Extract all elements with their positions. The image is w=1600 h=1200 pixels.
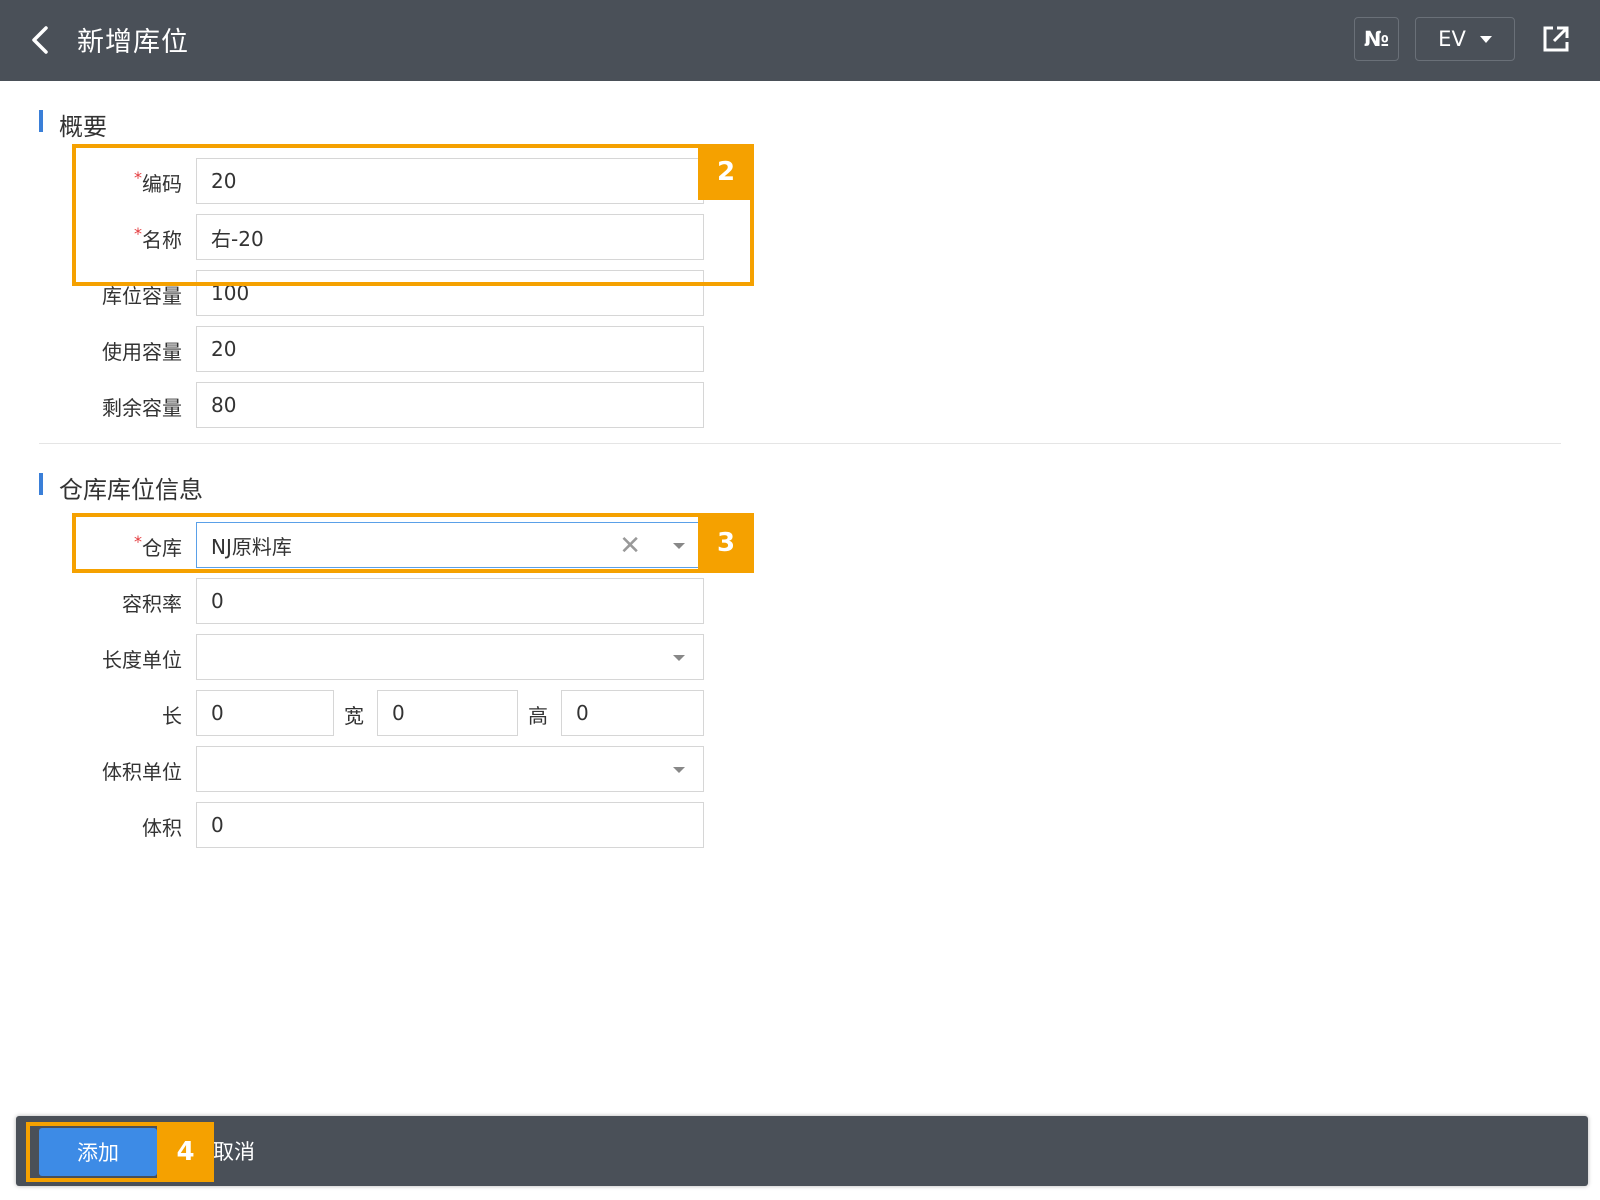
number-button[interactable]: № bbox=[1354, 17, 1399, 61]
section-title-summary: 概要 bbox=[39, 107, 107, 142]
cancel-button[interactable]: 取消 bbox=[213, 1136, 255, 1166]
annotation-badge-4: 4 bbox=[157, 1122, 214, 1182]
caret-down-icon bbox=[1479, 35, 1492, 43]
length-unit-label: 长度单位 bbox=[102, 648, 182, 672]
height-label: 高 bbox=[528, 704, 548, 728]
page-title: 新增库位 bbox=[77, 27, 189, 58]
remaining-capacity-label: 剩余容量 bbox=[102, 396, 182, 420]
top-bar: 新增库位 № EV bbox=[0, 0, 1600, 81]
width-input[interactable]: 0 bbox=[377, 690, 518, 736]
chevron-left-icon[interactable] bbox=[26, 22, 56, 58]
annotation-box-3 bbox=[72, 513, 754, 573]
annotation-box-2 bbox=[72, 144, 754, 286]
chevron-down-icon[interactable] bbox=[673, 767, 685, 773]
height-input[interactable]: 0 bbox=[561, 690, 704, 736]
section-title-warehouse: 仓库库位信息 bbox=[39, 470, 203, 505]
length-unit-select[interactable] bbox=[196, 634, 704, 680]
share-icon[interactable] bbox=[1539, 22, 1573, 56]
length-label: 长 bbox=[162, 704, 182, 728]
volume-unit-select[interactable] bbox=[196, 746, 704, 792]
width-label: 宽 bbox=[344, 704, 364, 728]
volume-ratio-input[interactable]: 0 bbox=[196, 578, 704, 624]
remaining-capacity-input[interactable]: 80 bbox=[196, 382, 704, 428]
used-capacity-label: 使用容量 bbox=[102, 340, 182, 364]
volume-ratio-label: 容积率 bbox=[122, 592, 182, 616]
chevron-down-icon[interactable] bbox=[673, 655, 685, 661]
volume-label: 体积 bbox=[142, 816, 182, 840]
volume-input[interactable]: 0 bbox=[196, 802, 704, 848]
ev-dropdown-button[interactable]: EV bbox=[1415, 17, 1515, 61]
ev-label: EV bbox=[1438, 27, 1466, 51]
annotation-badge-3: 3 bbox=[698, 513, 754, 573]
section-divider bbox=[39, 443, 1561, 444]
volume-unit-label: 体积单位 bbox=[102, 760, 182, 784]
length-input[interactable]: 0 bbox=[196, 690, 334, 736]
used-capacity-input[interactable]: 20 bbox=[196, 326, 704, 372]
annotation-badge-2: 2 bbox=[698, 144, 754, 200]
